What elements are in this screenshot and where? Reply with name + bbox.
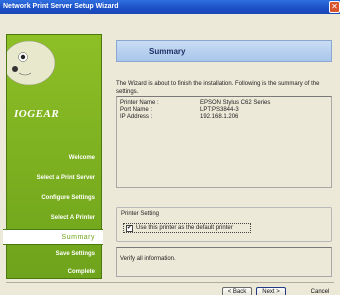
printer-setting-group: Printer Setting ✔ Use this printer as th…: [116, 207, 332, 242]
checkbox-checked-icon[interactable]: ✔: [126, 225, 133, 232]
info-text: Verify all information.: [120, 256, 176, 262]
default-printer-checkbox[interactable]: ✔ Use this printer as the default printe…: [123, 223, 251, 233]
wizard-sidebar: IOGEAR Welcome Select a Print Server Con…: [3, 34, 103, 279]
step-welcome: Welcome: [68, 155, 95, 161]
step-select-printer: Select A Printer: [50, 215, 95, 221]
button-divider: [6, 282, 334, 283]
page-title: Summary: [149, 47, 186, 56]
step-save-settings: Save Settings: [55, 251, 95, 257]
close-icon[interactable]: ✕: [329, 1, 340, 13]
step-select-print-server: Select a Print Server: [36, 175, 95, 181]
default-printer-label[interactable]: Use this printer as the default printer: [136, 225, 233, 231]
cancel-button[interactable]: Cancel: [305, 287, 335, 295]
seal-mascot-icon: [7, 40, 56, 85]
printer-setting-legend: Printer Setting: [121, 211, 160, 217]
step-configure-settings: Configure Settings: [41, 195, 95, 201]
summary-value: 192.168.1.206: [200, 114, 239, 120]
summary-label: IP Address :: [120, 114, 153, 120]
wizard-content: Summary The Wizard is about to finish th…: [108, 34, 336, 279]
summary-label: Port Name :: [120, 107, 153, 113]
back-button[interactable]: < Back: [222, 287, 252, 295]
brand-logo: IOGEAR: [14, 108, 60, 120]
window-title: Network Print Server Setup Wizard: [3, 3, 119, 10]
next-button[interactable]: Next >: [256, 287, 286, 295]
summary-list: Printer Name : EPSON Stylus C62 Series P…: [116, 96, 332, 188]
intro-text: The Wizard is about to finish the instal…: [116, 81, 320, 95]
step-summary: Summary: [3, 229, 103, 245]
step-complete: Complete: [67, 269, 95, 275]
summary-value: EPSON Stylus C62 Series: [200, 100, 271, 106]
summary-label: Printer Name :: [120, 100, 159, 106]
info-box: Verify all information.: [116, 247, 332, 277]
heading-banner: Summary: [116, 40, 332, 62]
summary-value: LPT:PS3844-3: [200, 107, 239, 113]
wizard-frame: IOGEAR Welcome Select a Print Server Con…: [0, 14, 340, 295]
title-bar: Network Print Server Setup Wizard ✕: [0, 0, 340, 14]
